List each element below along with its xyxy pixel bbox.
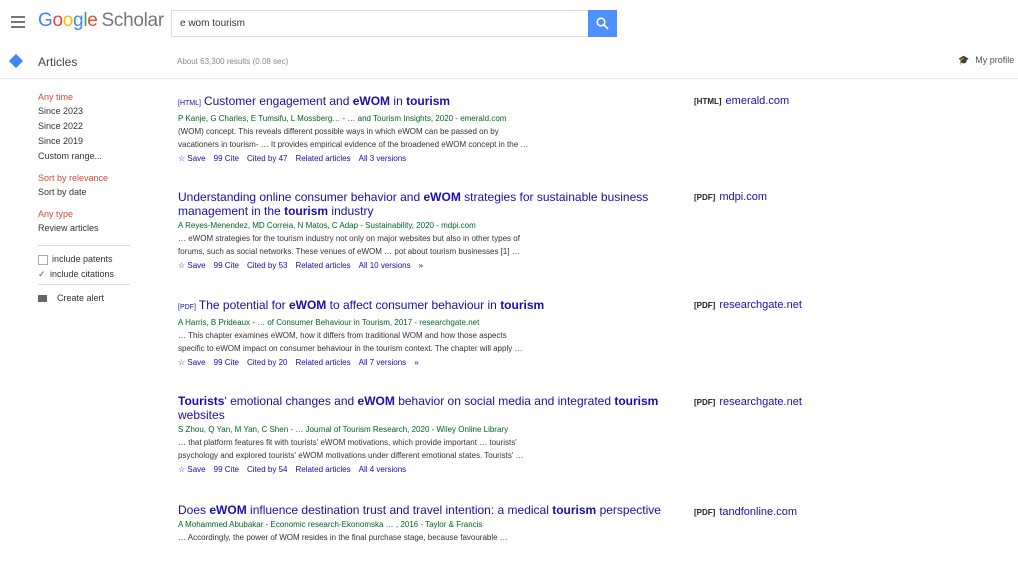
checkmark-icon: ✓	[38, 269, 46, 280]
result-count: About 63,300 results (0.08 sec)	[177, 57, 289, 66]
result-authors: A Mohammed Abubakar - Economic research-…	[178, 520, 483, 529]
result-action-link[interactable]: ☆ Save	[178, 261, 206, 270]
result-snippet: … This chapter examines eWOM, how it dif…	[178, 331, 507, 340]
search-input[interactable]: e wom tourism	[171, 10, 588, 37]
result-actions: ☆ Save 99 Cite Cited by 20 Related articles…	[178, 358, 668, 368]
result-action-link[interactable]: ☆ Save	[178, 154, 206, 163]
since-2019-filter[interactable]: Since 2019	[38, 136, 138, 147]
include-patents-checkbox[interactable]: include patents	[38, 254, 138, 265]
result-action-link[interactable]: All 10 versions	[359, 261, 411, 270]
sort-by-relevance[interactable]: Sort by relevance	[38, 173, 138, 183]
result-item: [PDF] The potential for eWOM to affect co…	[178, 298, 668, 368]
result-authors: A Reyes-Menendez, MD Correia, N Matos, C…	[178, 221, 476, 230]
format-tag: [HTML]	[178, 100, 201, 107]
result-authors: S Zhou, Q Yan, M Yan, C Shen - … Journal…	[178, 425, 509, 434]
my-profile-link[interactable]: 🎓 My profile	[958, 55, 1014, 66]
sort-filter: Sort by relevance Sort by date	[38, 173, 138, 198]
fulltext-link[interactable]: [PDF] tandfonline.com	[694, 506, 797, 518]
result-snippet: … eWOM strategies for the tourism indust…	[178, 234, 520, 243]
time-filter: Any time Since 2023 Since 2022 Since 201…	[38, 92, 138, 162]
result-action-link[interactable]: 99 Cite	[214, 465, 239, 474]
result-actions: ☆ Save 99 Cite Cited by 47 Related articles…	[178, 154, 668, 164]
create-alert-button[interactable]: Create alert	[38, 293, 138, 304]
checkbox-empty-icon	[38, 254, 48, 265]
review-articles-filter[interactable]: Review articles	[38, 223, 138, 234]
result-title[interactable]: [PDF] The potential for eWOM to affect co…	[178, 298, 668, 315]
result-action-link[interactable]: All 4 versions	[359, 465, 407, 474]
result-snippet: … that platform features fit with touris…	[178, 438, 517, 447]
result-actions: ☆ Save 99 Cite Cited by 54 Related articles…	[178, 465, 668, 475]
top-bar: Google Scholar e wom tourism	[0, 0, 1018, 46]
result-authors: P Kanje, G Charles, E Tumsifu, L Mossber…	[178, 114, 507, 123]
result-snippet: … Accordingly, the power of WOM resides …	[178, 533, 508, 542]
sidebar-divider	[38, 284, 130, 286]
result-action-link[interactable]: All 3 versions	[359, 154, 407, 163]
result-snippet: specific to eWOM impact on consumer beha…	[178, 344, 523, 353]
sort-by-date[interactable]: Sort by date	[38, 187, 138, 198]
result-authors: A Harris, B Prideaux - … of Consumer Beh…	[178, 318, 480, 327]
graduation-cap-icon: 🎓	[958, 55, 970, 65]
result-action-link[interactable]: ☆ Save	[178, 358, 206, 367]
result-snippet: psychology and explored tourists' eWOM m…	[178, 451, 524, 460]
result-action-link[interactable]: »	[414, 358, 418, 367]
google-scholar-logo[interactable]: Google Scholar	[38, 10, 164, 32]
result-item: Tourists' emotional changes and eWOM beh…	[178, 394, 668, 475]
result-action-link[interactable]: 99 Cite	[214, 358, 239, 367]
result-action-link[interactable]: Cited by 53	[247, 261, 287, 270]
result-action-link[interactable]: Related articles	[295, 358, 350, 367]
any-time-filter[interactable]: Any time	[38, 92, 138, 102]
since-2023-filter[interactable]: Since 2023	[38, 106, 138, 117]
result-action-link[interactable]: All 7 versions	[359, 358, 407, 367]
result-item: Does eWOM influence destination trust an…	[178, 503, 668, 544]
search-button[interactable]	[588, 10, 617, 37]
result-action-link[interactable]: Related articles	[295, 465, 350, 474]
title-text: The potential for eWOM to affect consume…	[198, 298, 545, 312]
result-snippet: (WOM) concept. This reveals different po…	[178, 127, 499, 136]
title-text: Understanding online consumer behavior a…	[178, 190, 649, 218]
result-action-link[interactable]: »	[419, 261, 423, 270]
sub-bar	[0, 46, 1018, 79]
fulltext-link[interactable]: [HTML] emerald.com	[694, 95, 789, 107]
search-icon	[596, 17, 609, 30]
result-title[interactable]: Does eWOM influence destination trust an…	[178, 503, 668, 517]
title-text: Customer engagement and eWOM in tourism	[203, 94, 451, 108]
result-actions: ☆ Save 99 Cite Cited by 53 Related articles…	[178, 261, 668, 271]
fulltext-link[interactable]: [PDF] researchgate.net	[694, 299, 802, 311]
result-action-link[interactable]: ☆ Save	[178, 465, 206, 474]
result-snippet: vacationers in tourism- … It provides em…	[178, 140, 529, 149]
hamburger-menu-icon[interactable]	[11, 16, 25, 28]
include-citations-checkbox[interactable]: ✓ include citations	[38, 269, 138, 280]
result-action-link[interactable]: Related articles	[295, 154, 350, 163]
result-item: [HTML] Customer engagement and eWOM in to…	[178, 94, 668, 164]
title-text: Does eWOM influence destination trust an…	[178, 503, 661, 517]
result-title[interactable]: Tourists' emotional changes and eWOM beh…	[178, 394, 668, 422]
envelope-icon	[38, 295, 47, 303]
result-action-link[interactable]: Cited by 20	[247, 358, 287, 367]
custom-range-filter[interactable]: Custom range...	[38, 151, 138, 162]
fulltext-link[interactable]: [PDF] researchgate.net	[694, 396, 802, 408]
any-type-filter[interactable]: Any type	[38, 209, 138, 219]
result-action-link[interactable]: Cited by 47	[247, 154, 287, 163]
title-text: Tourists' emotional changes and eWOM beh…	[178, 394, 659, 422]
result-title[interactable]: [HTML] Customer engagement and eWOM in to…	[178, 94, 668, 111]
fulltext-link[interactable]: [PDF] mdpi.com	[694, 191, 767, 203]
format-tag: [PDF]	[178, 304, 196, 311]
result-action-link[interactable]: 99 Cite	[214, 154, 239, 163]
since-2022-filter[interactable]: Since 2022	[38, 121, 138, 132]
result-snippet: forums, such as social networks. These v…	[178, 247, 520, 256]
articles-label[interactable]: Articles	[38, 55, 77, 69]
result-action-link[interactable]: Related articles	[295, 261, 350, 270]
sidebar-divider	[38, 245, 130, 246]
result-action-link[interactable]: Cited by 54	[247, 465, 287, 474]
result-title[interactable]: Understanding online consumer behavior a…	[178, 190, 668, 218]
filter-sidebar: Any time Since 2023 Since 2022 Since 201…	[38, 92, 138, 308]
result-item: Understanding online consumer behavior a…	[178, 190, 668, 271]
result-action-link[interactable]: 99 Cite	[214, 261, 239, 270]
type-filter: Any type Review articles	[38, 209, 138, 234]
